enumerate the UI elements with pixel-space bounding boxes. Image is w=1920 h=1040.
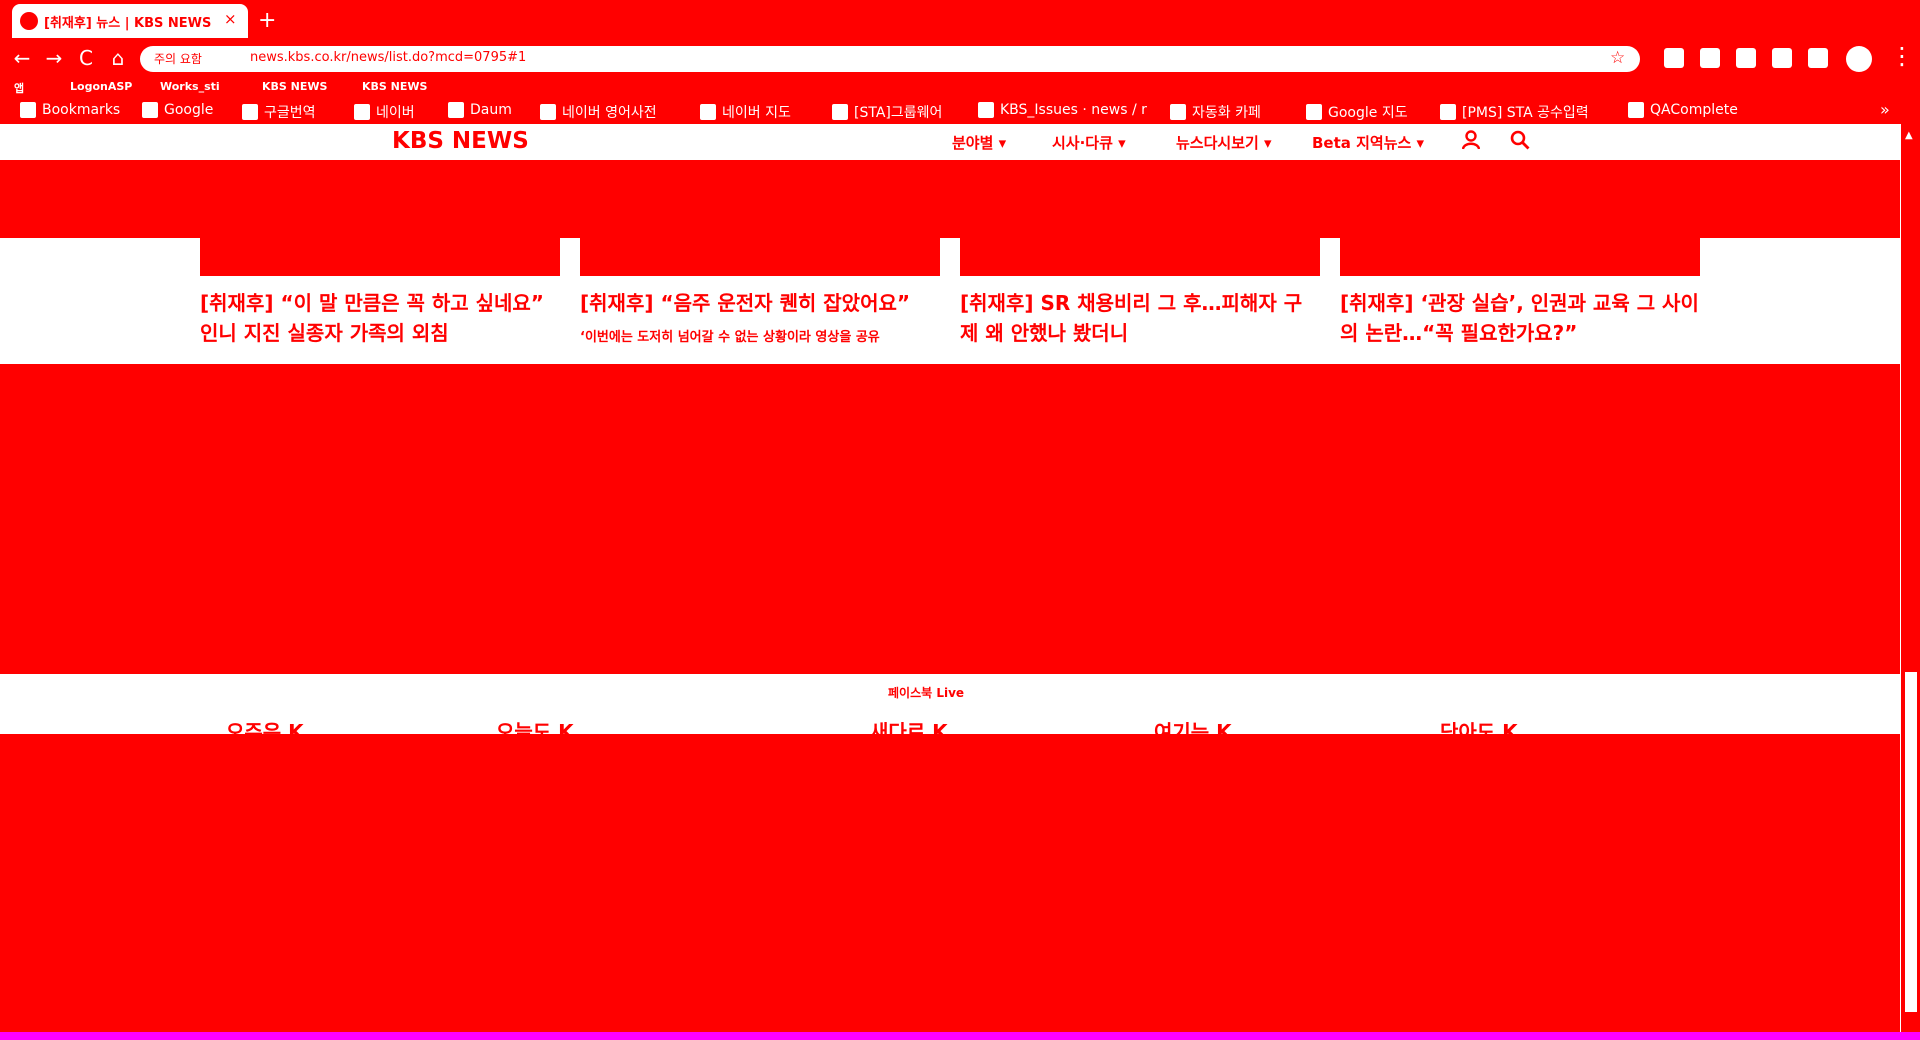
back-icon[interactable]: ← <box>8 44 36 72</box>
bookmark-item[interactable]: 네이버 <box>354 102 415 122</box>
star-icon <box>20 102 36 118</box>
github-icon <box>978 102 994 118</box>
apps-item[interactable]: LogonASP <box>70 80 132 93</box>
nav-menu-replay[interactable]: 뉴스다시보기 ▾ <box>1176 132 1272 153</box>
browser-menu-icon[interactable]: ⋮ <box>1890 42 1914 70</box>
bookmark-item[interactable]: [STA]그룹웨어 <box>832 102 942 122</box>
content-area <box>0 364 1900 674</box>
live-program-item[interactable]: 여기는 K <box>1154 716 1232 734</box>
extension-icon[interactable] <box>1736 48 1756 68</box>
bookmark-item[interactable]: 네이버 영어사전 <box>540 102 657 122</box>
live-program-item[interactable]: 오늘도 K <box>496 716 574 734</box>
bookmark-item[interactable]: KBS_Issues · news / r <box>978 102 1147 118</box>
qa-icon <box>1628 102 1644 118</box>
article-list: [취재후] “이 말 만큼은 꼭 하고 싶네요” 인니 지진 실종자 가족의 외… <box>0 238 1900 364</box>
user-icon[interactable] <box>1462 130 1480 150</box>
bookmark-item[interactable]: 자동화 카페 <box>1170 102 1261 122</box>
article-title[interactable]: [취재후] “음주 운전자 퀜히 잡았어요” <box>580 288 940 318</box>
browser-tab[interactable]: [취재후] 뉴스 | KBS NEWS × <box>12 4 248 38</box>
footer-area <box>0 734 1920 1034</box>
google-icon <box>142 102 158 118</box>
live-program-item[interactable]: 오주은 K <box>226 716 304 734</box>
tab-close-icon[interactable]: × <box>224 10 237 28</box>
new-tab-button[interactable]: + <box>258 8 276 33</box>
kbs-favicon-icon <box>20 12 38 30</box>
bookmarks-bar: Bookmarks Google 구글번역 네이버 Daum 네이버 영어사전 … <box>0 98 1920 125</box>
forward-icon[interactable]: → <box>40 44 68 72</box>
article-thumbnail[interactable] <box>960 238 1320 276</box>
reload-icon[interactable]: C <box>72 44 100 72</box>
bookmark-item[interactable]: Daum <box>448 102 512 118</box>
facebook-live-label[interactable]: 페이스북 Live <box>888 684 964 701</box>
browser-toolbar: ← → C ⌂ 주의 요함 news.kbs.co.kr/news/list.d… <box>0 38 1920 78</box>
article-card[interactable]: [취재후] ‘관장 실습’, 인권과 교육 그 사이의 논란…“꼭 필요한가요?… <box>1340 238 1700 348</box>
kbs-news-logo[interactable]: KBS NEWS <box>392 128 529 154</box>
security-indicator[interactable]: 주의 요함 <box>154 50 202 67</box>
article-title[interactable]: [취재후] ‘관장 실습’, 인권과 교육 그 사이의 논란…“꼭 필요한가요?… <box>1340 288 1700 348</box>
pms-icon <box>1440 104 1456 120</box>
live-section: 페이스북 Live 오주은 K 오늘도 K 새다르 K 여기는 K 단아도 K <box>0 674 1900 734</box>
naver-icon <box>354 104 370 120</box>
article-card[interactable]: [취재후] “음주 운전자 퀜히 잡았어요” ‘이번에는 도저히 넘어갈 수 없… <box>580 238 940 345</box>
scroll-thumb[interactable] <box>1905 672 1917 1012</box>
live-program-item[interactable]: 새다르 K <box>870 716 948 734</box>
dictionary-icon <box>540 104 556 120</box>
profile-avatar[interactable] <box>1846 46 1872 72</box>
apps-item[interactable]: 앱 <box>14 80 24 96</box>
article-thumbnail[interactable] <box>200 238 560 276</box>
document-icon <box>832 104 848 120</box>
article-title[interactable]: [취재후] “이 말 만큼은 꼭 하고 싶네요” 인니 지진 실종자 가족의 외… <box>200 288 560 348</box>
tab-strip: [취재후] 뉴스 | KBS NEWS × + <box>0 0 1920 38</box>
article-summary: ‘이번에는 도저히 넘어갈 수 없는 상황이라 영상을 공유 <box>580 330 880 345</box>
folder-icon <box>242 104 258 120</box>
nav-menu-regional[interactable]: Beta 지역뉴스 ▾ <box>1312 132 1424 153</box>
extension-icon[interactable] <box>1808 48 1828 68</box>
bookmark-item[interactable]: 구글번역 <box>242 102 316 122</box>
home-icon[interactable]: ⌂ <box>104 44 132 72</box>
daum-icon <box>448 102 464 118</box>
bookmark-item[interactable]: QAComplete <box>1628 102 1738 118</box>
article-thumbnail[interactable] <box>1340 238 1700 276</box>
map-icon <box>700 104 716 120</box>
nav-menu-docu[interactable]: 시사·다큐 ▾ <box>1052 132 1126 153</box>
bookmark-item[interactable]: Bookmarks <box>20 102 120 118</box>
status-line <box>0 1032 1920 1040</box>
bookmark-item[interactable]: [PMS] STA 공수입력 <box>1440 102 1589 122</box>
bookmarks-overflow-button[interactable]: » <box>1880 100 1890 119</box>
nav-menu-category[interactable]: 분야별 ▾ <box>952 132 1006 153</box>
live-program-item[interactable]: 단아도 K <box>1440 716 1518 734</box>
article-thumbnail[interactable] <box>580 238 940 276</box>
apps-item[interactable]: KBS NEWS <box>262 80 327 93</box>
search-icon[interactable] <box>1510 130 1530 150</box>
url-text[interactable]: news.kbs.co.kr/news/list.do?mcd=0795#1 <box>250 50 526 65</box>
tab-title: [취재후] 뉴스 | KBS NEWS <box>44 16 212 31</box>
kbs-nav-header: KBS NEWS 분야별 ▾ 시사·다큐 ▾ 뉴스다시보기 ▾ Beta 지역뉴… <box>0 124 1900 160</box>
article-title[interactable]: [취재후] SR 채용비리 그 후…피해자 구제 왜 안했나 봤더니 <box>960 288 1320 348</box>
page-scrollbar[interactable]: ▲ <box>1900 124 1920 1032</box>
extension-icon[interactable] <box>1664 48 1684 68</box>
article-card[interactable]: [취재후] “이 말 만큼은 꼭 하고 싶네요” 인니 지진 실종자 가족의 외… <box>200 238 560 348</box>
extension-icon[interactable] <box>1700 48 1720 68</box>
map-icon <box>1306 104 1322 120</box>
article-card[interactable]: [취재후] SR 채용비리 그 후…피해자 구제 왜 안했나 봤더니 <box>960 238 1320 348</box>
cafe-icon <box>1170 104 1186 120</box>
bookmark-item[interactable]: Google 지도 <box>1306 102 1408 122</box>
scroll-up-icon[interactable]: ▲ <box>1905 130 1913 141</box>
bookmark-item[interactable]: 네이버 지도 <box>700 102 791 122</box>
extension-icon[interactable] <box>1772 48 1792 68</box>
header-banner <box>0 160 1900 238</box>
address-bar[interactable]: 주의 요함 news.kbs.co.kr/news/list.do?mcd=07… <box>140 46 1640 72</box>
bookmark-star-icon[interactable]: ☆ <box>1610 48 1625 68</box>
apps-bar: 앱 LogonASP Works_sti KBS NEWS KBS NEWS <box>0 78 1920 98</box>
apps-item[interactable]: Works_sti <box>160 80 220 93</box>
bookmark-item[interactable]: Google <box>142 102 213 118</box>
apps-item[interactable]: KBS NEWS <box>362 80 427 93</box>
